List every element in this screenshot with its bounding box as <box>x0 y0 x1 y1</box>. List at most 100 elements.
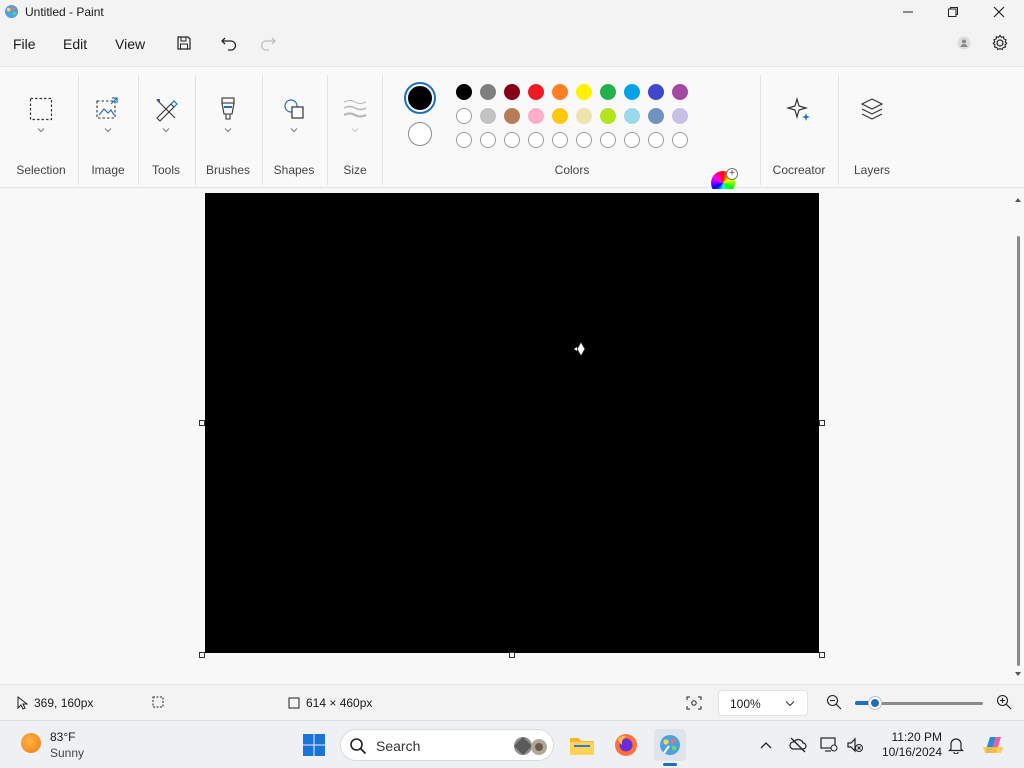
display-status[interactable] <box>819 735 839 755</box>
palette-color-2-9[interactable] <box>672 108 688 124</box>
resize-handle-bottom-left[interactable] <box>199 652 205 658</box>
tools-group[interactable]: Tools <box>142 67 190 189</box>
paint-icon <box>660 735 680 755</box>
custom-color-slot-3[interactable] <box>528 132 544 148</box>
chevron-up-icon <box>760 742 772 749</box>
sun-icon[interactable] <box>21 733 41 753</box>
undo-button[interactable] <box>218 32 240 54</box>
secondary-color-swatch[interactable] <box>408 122 432 146</box>
custom-color-slot-8[interactable] <box>648 132 664 148</box>
selection-group[interactable]: Selection <box>8 67 74 189</box>
notifications-button[interactable] <box>946 735 966 755</box>
custom-color-slot-7[interactable] <box>624 132 640 148</box>
network-status[interactable] <box>788 735 808 755</box>
start-button[interactable] <box>298 729 330 761</box>
scroll-up-icon[interactable] <box>1014 196 1022 204</box>
shapes-group[interactable]: Shapes <box>266 67 322 189</box>
redo-icon <box>260 37 276 51</box>
size-label: Size <box>343 163 367 177</box>
palette-color-2-5[interactable] <box>576 108 592 124</box>
brushes-group[interactable]: Brushes <box>199 67 257 189</box>
scrollbar-thumb[interactable] <box>1017 236 1020 666</box>
palette-color-1-0[interactable] <box>456 84 472 100</box>
close-button[interactable] <box>976 0 1022 24</box>
resize-handle-bottom[interactable] <box>509 652 515 658</box>
palette-color-2-8[interactable] <box>648 108 664 124</box>
image-group[interactable]: Image <box>82 67 134 189</box>
palette-color-1-9[interactable] <box>672 84 688 100</box>
resize-handle-left[interactable] <box>199 420 205 426</box>
clock-date: 10/16/2024 <box>881 745 942 759</box>
zoom-in-button[interactable] <box>996 694 1012 710</box>
palette-color-1-2[interactable] <box>504 84 520 100</box>
menu-file[interactable]: File <box>13 36 36 52</box>
size-group[interactable]: Size <box>331 67 379 189</box>
show-hidden-icons-button[interactable] <box>756 735 776 755</box>
palette-color-1-5[interactable] <box>576 84 592 100</box>
separator <box>327 75 328 185</box>
resize-handle-bottom-right[interactable] <box>819 652 825 658</box>
close-icon <box>993 6 1005 18</box>
custom-color-slot-9[interactable] <box>672 132 688 148</box>
palette-color-2-4[interactable] <box>552 108 568 124</box>
zoom-out-button[interactable] <box>826 694 842 710</box>
restore-button[interactable] <box>930 0 976 24</box>
fit-to-window-button[interactable] <box>686 696 702 710</box>
redo-button[interactable] <box>257 32 279 54</box>
menu-edit[interactable]: Edit <box>63 36 87 52</box>
zoom-select[interactable]: 100% <box>718 690 808 716</box>
palette-color-1-8[interactable] <box>648 84 664 100</box>
weather-temperature[interactable]: 83°F <box>50 730 75 744</box>
zoom-in-icon <box>996 694 1012 710</box>
palette-color-1-3[interactable] <box>528 84 544 100</box>
profile-button[interactable] <box>953 32 975 54</box>
chevron-down-icon <box>104 128 112 133</box>
custom-color-slot-0[interactable] <box>456 132 472 148</box>
file-explorer-button[interactable] <box>566 729 598 761</box>
palette-color-1-6[interactable] <box>600 84 616 100</box>
status-bar: 369, 160px 614 × 460px 100% <box>0 684 1024 720</box>
taskbar-search[interactable]: Search <box>340 729 554 761</box>
search-icon <box>350 738 367 755</box>
cocreator-label: Cocreator <box>772 163 826 177</box>
vertical-scrollbar[interactable] <box>1014 196 1022 680</box>
clock-time: 11:20 PM <box>891 730 942 744</box>
drawing-canvas[interactable] <box>205 193 819 653</box>
palette-color-2-0[interactable] <box>456 108 472 124</box>
paint-taskbar-button[interactable] <box>654 729 686 761</box>
palette-color-2-2[interactable] <box>504 108 520 124</box>
custom-color-slot-2[interactable] <box>504 132 520 148</box>
palette-color-2-7[interactable] <box>624 108 640 124</box>
volume-status[interactable] <box>845 735 865 755</box>
menu-view[interactable]: View <box>115 36 145 52</box>
palette-color-2-6[interactable] <box>600 108 616 124</box>
resize-handle-right[interactable] <box>819 420 825 426</box>
custom-color-slot-6[interactable] <box>600 132 616 148</box>
settings-button[interactable] <box>989 32 1011 54</box>
palette-color-1-1[interactable] <box>480 84 496 100</box>
zoom-slider-knob[interactable] <box>869 697 882 709</box>
shapes-label: Shapes <box>273 163 315 177</box>
tools-label: Tools <box>151 163 180 177</box>
system-clock[interactable]: 11:20 PM 10/16/2024 <box>876 730 942 760</box>
save-button[interactable] <box>173 32 195 54</box>
layers-group[interactable]: Layers <box>842 67 902 189</box>
windows-taskbar: 83°F Sunny Search 11:20 PM 10/16/2024 <box>0 720 1024 768</box>
palette-color-2-1[interactable] <box>480 108 496 124</box>
weather-condition[interactable]: Sunny <box>50 746 84 760</box>
scroll-down-icon[interactable] <box>1014 670 1022 678</box>
custom-color-slot-1[interactable] <box>480 132 496 148</box>
cocreator-group[interactable]: Cocreator <box>766 67 832 189</box>
custom-color-slot-5[interactable] <box>576 132 592 148</box>
canvas-size-icon <box>288 697 300 709</box>
firefox-button[interactable] <box>610 729 642 761</box>
minimize-button[interactable] <box>885 0 931 24</box>
ribbon-toolbar: Selection Image Tools Brushes Shapes Siz… <box>0 66 1024 195</box>
copilot-button[interactable] <box>980 732 1006 758</box>
custom-color-slot-4[interactable] <box>552 132 568 148</box>
palette-color-2-3[interactable] <box>528 108 544 124</box>
brushes-label: Brushes <box>205 163 251 177</box>
primary-color-swatch[interactable] <box>408 86 432 110</box>
palette-color-1-4[interactable] <box>552 84 568 100</box>
palette-color-1-7[interactable] <box>624 84 640 100</box>
